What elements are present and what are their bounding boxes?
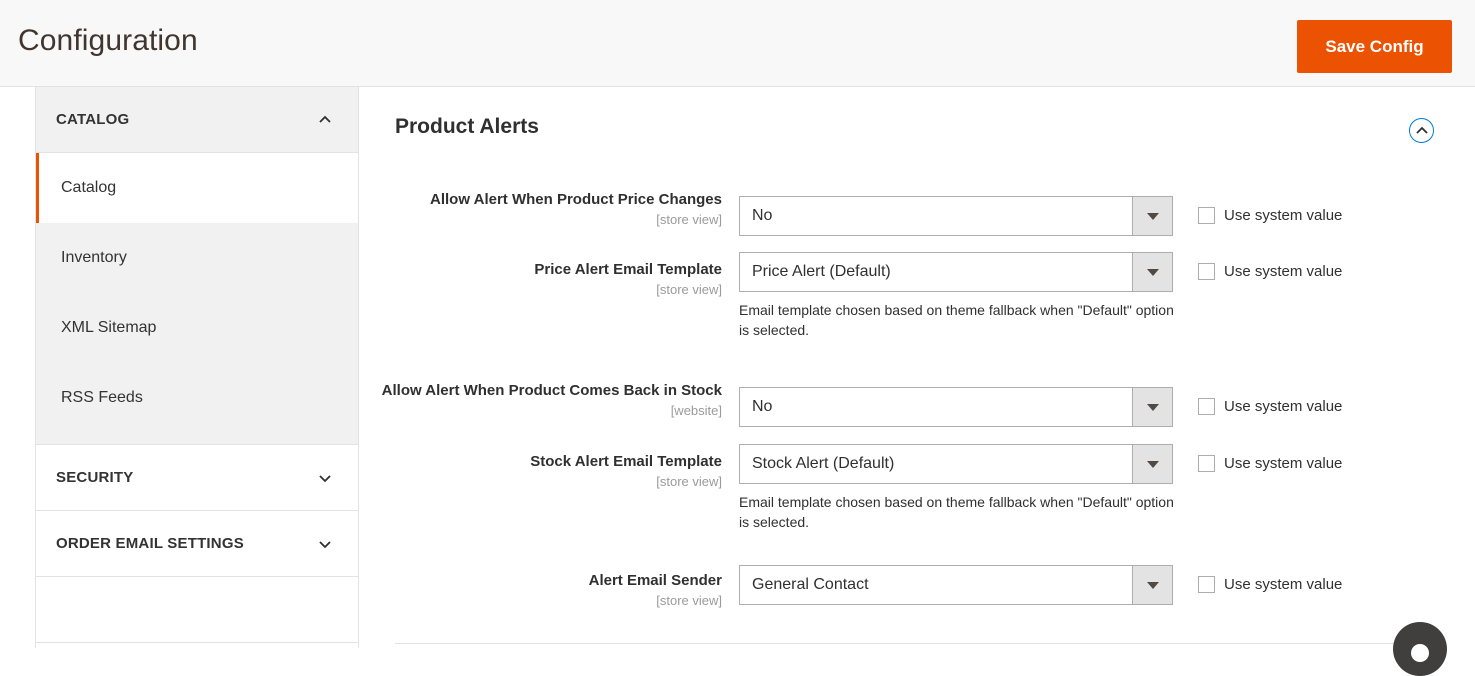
sidebar-item-xml-sitemap-label: XML Sitemap [61,319,157,336]
sidebar-section-security[interactable]: SECURITY [36,445,358,511]
chevron-down-icon [318,537,332,551]
config-sidebar: CATALOG Catalog Inventory XML Sitemap RS… [36,87,359,648]
select-value: No [752,398,773,415]
field-label: Stock Alert Email Template [store view] [360,452,722,490]
field-label-text: Allow Alert When Product Comes Back in S… [381,382,722,399]
sidebar-section-catalog[interactable]: CATALOG [36,87,358,153]
chevron-down-icon[interactable] [1132,388,1172,426]
field-scope: [store view] [656,212,722,228]
field-scope: [store view] [656,474,722,490]
sidebar-item-inventory-label: Inventory [61,249,127,266]
page-header: Configuration Save Config [0,0,1475,87]
field-label-text: Alert Email Sender [588,572,722,589]
select-value: No [752,207,773,224]
sidebar-section-order-email-settings[interactable]: ORDER EMAIL SETTINGS [36,511,358,577]
sidebar-subitems-catalog: Catalog Inventory XML Sitemap RSS Feeds [36,153,358,445]
use-system-value-label[interactable]: Use system value [1224,397,1342,416]
allow-alert-price-changes-select[interactable]: No [739,196,1173,236]
sidebar-item-rss-feeds[interactable]: RSS Feeds [36,363,358,433]
stock-alert-email-template-select[interactable]: Stock Alert (Default) [739,444,1173,484]
sidebar-item-inventory[interactable]: Inventory [36,223,358,293]
chevron-down-icon[interactable] [1132,253,1172,291]
use-system-value-label[interactable]: Use system value [1224,206,1342,225]
sidebar-section-security-label: SECURITY [56,469,134,486]
page-section-title: Product Alerts [395,115,539,138]
help-chat-icon[interactable] [1393,622,1447,676]
section-divider [395,643,1430,644]
sidebar-item-catalog-label: Catalog [61,179,117,196]
use-system-value-label[interactable]: Use system value [1224,575,1342,594]
field-label: Price Alert Email Template [store view] [360,260,722,298]
use-system-value-checkbox[interactable] [1198,576,1215,593]
allow-alert-back-in-stock-select[interactable]: No [739,387,1173,427]
field-label: Allow Alert When Product Price Changes [… [360,190,722,228]
use-system-value-checkbox[interactable] [1198,207,1215,224]
page-title: Configuration [18,24,198,57]
sidebar-item-rss-feeds-label: RSS Feeds [61,389,143,406]
left-rail [0,87,36,648]
price-alert-template-note: Email template chosen based on theme fal… [739,302,1174,339]
sidebar-item-xml-sitemap[interactable]: XML Sitemap [36,293,358,363]
chevron-down-icon[interactable] [1132,197,1172,235]
use-system-value-checkbox[interactable] [1198,398,1215,415]
use-system-value-checkbox[interactable] [1198,263,1215,280]
sidebar-item-catalog[interactable]: Catalog [36,153,358,223]
select-value: General Contact [752,576,869,593]
price-alert-email-template-select[interactable]: Price Alert (Default) [739,252,1173,292]
field-label: Alert Email Sender [store view] [360,571,722,609]
sidebar-section-order-email-settings-label: ORDER EMAIL SETTINGS [56,535,244,552]
select-value: Price Alert (Default) [752,263,891,280]
field-label-text: Allow Alert When Product Price Changes [430,191,722,208]
field-scope: [store view] [656,282,722,298]
use-system-value-label[interactable]: Use system value [1224,454,1342,473]
chevron-up-icon [318,113,332,127]
field-scope: [store view] [656,593,722,609]
use-system-value-checkbox[interactable] [1198,455,1215,472]
field-label-text: Stock Alert Email Template [530,453,722,470]
field-label-text: Price Alert Email Template [534,261,722,278]
chevron-down-icon [318,471,332,485]
field-scope: [website] [670,403,722,419]
sidebar-section-catalog-label: CATALOG [56,111,130,128]
stock-alert-template-note: Email template chosen based on theme fal… [739,494,1174,531]
alert-email-sender-select[interactable]: General Contact [739,565,1173,605]
select-value: Stock Alert (Default) [752,455,895,472]
field-label: Allow Alert When Product Comes Back in S… [360,381,722,419]
config-content: Product Alerts Allow Alert When Product … [360,87,1475,648]
chevron-down-icon[interactable] [1132,566,1172,604]
use-system-value-label[interactable]: Use system value [1224,262,1342,281]
sidebar-section-next-partial[interactable] [36,577,358,643]
chevron-down-icon[interactable] [1132,445,1172,483]
save-config-button[interactable]: Save Config [1297,20,1452,73]
sidebar-subitems-spacer [36,433,358,445]
chevron-up-circle-icon[interactable] [1409,118,1434,143]
